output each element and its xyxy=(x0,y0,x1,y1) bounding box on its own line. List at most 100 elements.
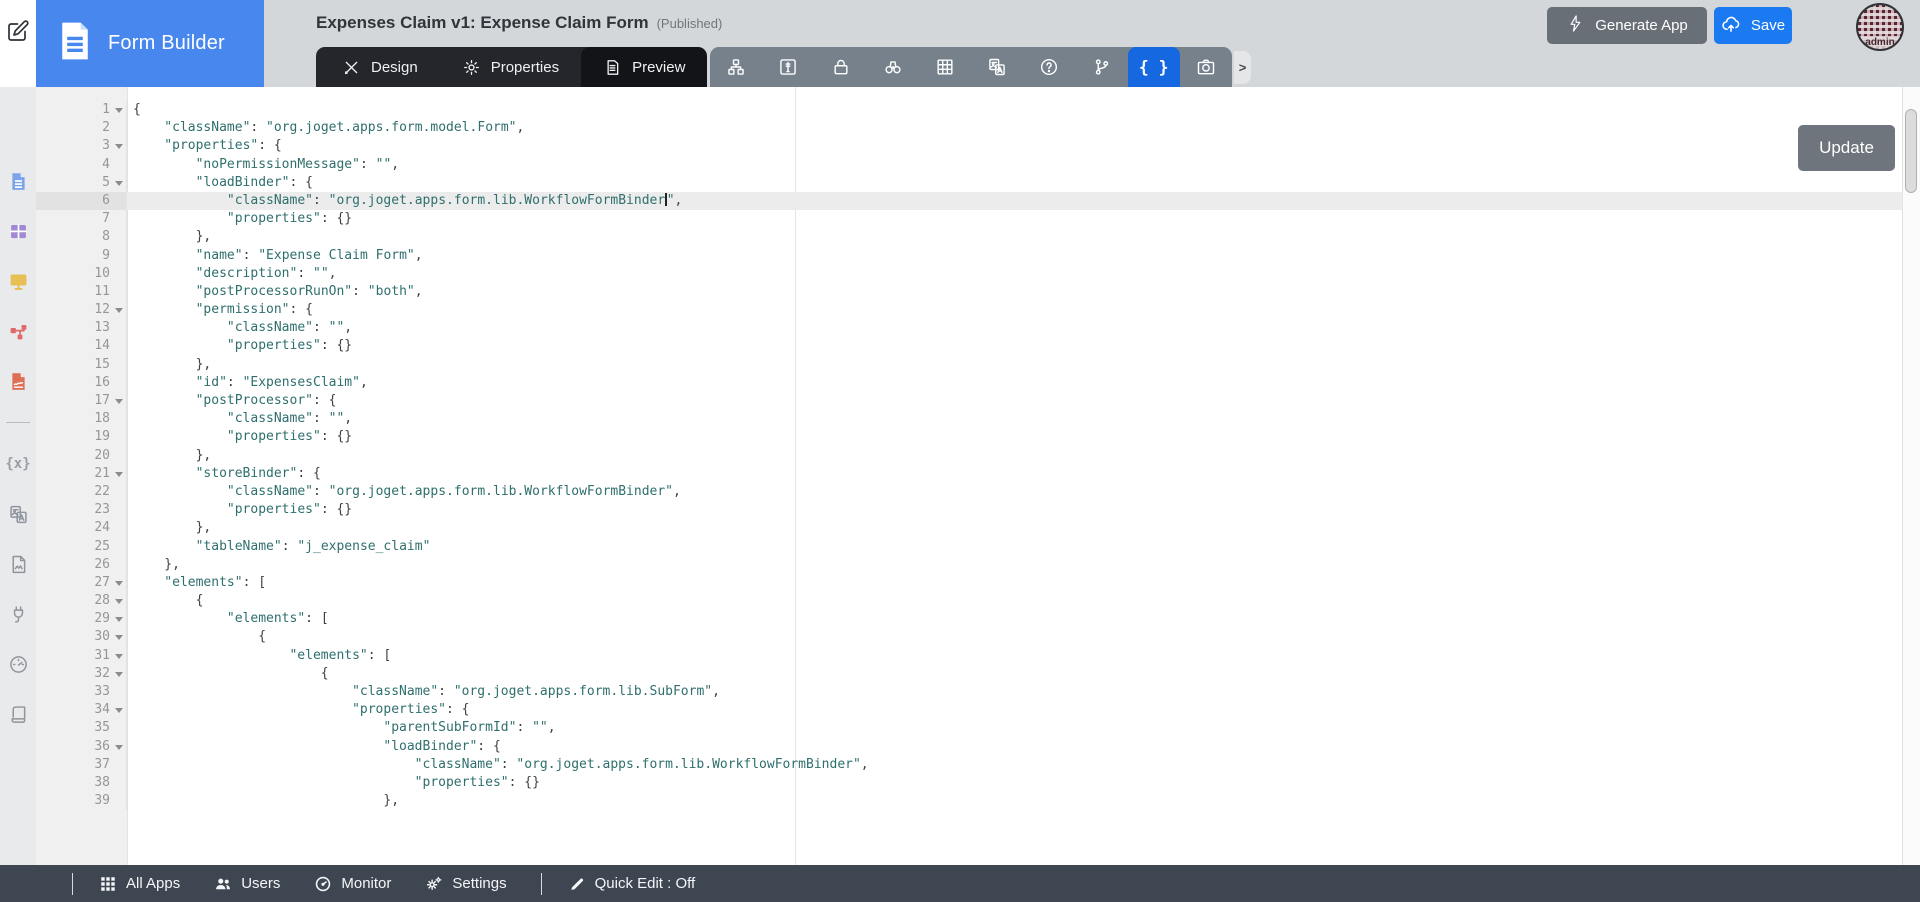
line-number[interactable]: 16 xyxy=(36,374,127,392)
code-text[interactable]: "name": "Expense Claim Form", xyxy=(127,247,1902,265)
json-code-editor[interactable]: 1{2"className": "org.joget.apps.form.mod… xyxy=(36,87,1902,865)
tool-json-braces-button[interactable]: { } xyxy=(1128,47,1180,87)
code-text[interactable]: }, xyxy=(127,447,1902,465)
code-line-6[interactable]: 6"className": "org.joget.apps.form.lib.W… xyxy=(36,192,1902,210)
code-text[interactable]: "properties": { xyxy=(127,701,1902,719)
code-text[interactable]: }, xyxy=(127,356,1902,374)
code-line-16[interactable]: 16"id": "ExpensesClaim", xyxy=(36,374,1902,392)
code-line-3[interactable]: 3"properties": { xyxy=(36,137,1902,155)
code-text[interactable]: "properties": {} xyxy=(127,501,1902,519)
fold-caret-icon[interactable] xyxy=(115,581,123,586)
fold-caret-icon[interactable] xyxy=(115,108,123,113)
code-line-20[interactable]: 20}, xyxy=(36,447,1902,465)
code-line-28[interactable]: 28{ xyxy=(36,592,1902,610)
fold-caret-icon[interactable] xyxy=(115,599,123,604)
tool-injection-button[interactable] xyxy=(762,47,814,87)
code-text[interactable]: "className": "org.joget.apps.form.lib.Wo… xyxy=(127,192,1902,210)
line-number[interactable]: 4 xyxy=(36,156,127,174)
code-line-32[interactable]: 32{ xyxy=(36,665,1902,683)
line-number[interactable]: 26 xyxy=(36,556,127,574)
code-line-36[interactable]: 36"loadBinder": { xyxy=(36,738,1902,756)
code-line-22[interactable]: 22"className": "org.joget.apps.form.lib.… xyxy=(36,483,1902,501)
tool-binoculars-button[interactable] xyxy=(867,47,919,87)
code-text[interactable]: "properties": {} xyxy=(127,774,1902,792)
code-text[interactable]: "className": "org.joget.apps.form.lib.Wo… xyxy=(127,483,1902,501)
line-number[interactable]: 34 xyxy=(36,701,127,719)
code-text[interactable]: "loadBinder": { xyxy=(127,174,1902,192)
line-number[interactable]: 27 xyxy=(36,574,127,592)
code-text[interactable]: "postProcessorRunOn": "both", xyxy=(127,283,1902,301)
code-text[interactable]: "id": "ExpensesClaim", xyxy=(127,374,1902,392)
tool-grid-button[interactable] xyxy=(919,47,971,87)
sidebar-item-userview-monitor[interactable] xyxy=(7,270,29,292)
code-text[interactable]: "properties": {} xyxy=(127,428,1902,446)
tool-help-button[interactable] xyxy=(1023,47,1075,87)
fold-caret-icon[interactable] xyxy=(115,181,123,186)
fold-caret-icon[interactable] xyxy=(115,617,123,622)
code-line-37[interactable]: 37"className": "org.joget.apps.form.lib.… xyxy=(36,756,1902,774)
code-line-1[interactable]: 1{ xyxy=(36,101,1902,119)
code-line-10[interactable]: 10"description": "", xyxy=(36,265,1902,283)
code-text[interactable]: }, xyxy=(127,519,1902,537)
code-text[interactable]: }, xyxy=(127,556,1902,574)
tool-camera-button[interactable] xyxy=(1180,47,1232,87)
line-number[interactable]: 30 xyxy=(36,628,127,646)
code-line-31[interactable]: 31"elements": [ xyxy=(36,647,1902,665)
vertical-scrollbar[interactable] xyxy=(1902,87,1920,865)
avatar[interactable]: admin xyxy=(1856,3,1904,51)
line-number[interactable]: 28 xyxy=(36,592,127,610)
line-number[interactable]: 17 xyxy=(36,392,127,410)
code-text[interactable]: "parentSubFormId": "", xyxy=(127,719,1902,737)
fold-caret-icon[interactable] xyxy=(115,745,123,750)
code-text[interactable]: "elements": [ xyxy=(127,574,1902,592)
line-number[interactable]: 39 xyxy=(36,792,127,810)
update-button[interactable]: Update xyxy=(1798,125,1895,171)
line-number[interactable]: 18 xyxy=(36,410,127,428)
code-text[interactable]: "properties": { xyxy=(127,137,1902,155)
code-text[interactable]: { xyxy=(127,101,1902,119)
code-text[interactable]: "noPermissionMessage": "", xyxy=(127,156,1902,174)
code-text[interactable]: "properties": {} xyxy=(127,210,1902,228)
code-line-38[interactable]: 38"properties": {} xyxy=(36,774,1902,792)
sidebar-item-datalist-table[interactable] xyxy=(7,220,29,242)
code-text[interactable]: "tableName": "j_expense_claim" xyxy=(127,538,1902,556)
line-number[interactable]: 35 xyxy=(36,719,127,737)
code-line-4[interactable]: 4"noPermissionMessage": "", xyxy=(36,156,1902,174)
sidebar-item-process-flow[interactable] xyxy=(7,320,29,342)
tool-lock-button[interactable] xyxy=(814,47,866,87)
code-line-23[interactable]: 23"properties": {} xyxy=(36,501,1902,519)
tab-preview[interactable]: Preview xyxy=(581,47,707,87)
line-number[interactable]: 25 xyxy=(36,538,127,556)
tab-design[interactable]: Design xyxy=(320,47,440,87)
bottom-bar-item-quick-edit-off[interactable]: Quick Edit : Off xyxy=(568,875,696,893)
line-number[interactable]: 24 xyxy=(36,519,127,537)
code-text[interactable]: { xyxy=(127,628,1902,646)
tab-properties[interactable]: Properties xyxy=(440,47,581,87)
line-number[interactable]: 31 xyxy=(36,647,127,665)
line-number[interactable]: 13 xyxy=(36,319,127,337)
code-text[interactable]: { xyxy=(127,592,1902,610)
code-line-26[interactable]: 26}, xyxy=(36,556,1902,574)
code-line-8[interactable]: 8}, xyxy=(36,228,1902,246)
code-text[interactable]: "className": "org.joget.apps.form.model.… xyxy=(127,119,1902,137)
line-number[interactable]: 1 xyxy=(36,101,127,119)
sidebar-item-translate[interactable] xyxy=(7,503,29,525)
code-text[interactable]: "elements": [ xyxy=(127,647,1902,665)
code-line-17[interactable]: 17"postProcessor": { xyxy=(36,392,1902,410)
code-line-9[interactable]: 9"name": "Expense Claim Form", xyxy=(36,247,1902,265)
code-line-19[interactable]: 19"properties": {} xyxy=(36,428,1902,446)
sidebar-item-report-file[interactable] xyxy=(7,370,29,392)
code-line-21[interactable]: 21"storeBinder": { xyxy=(36,465,1902,483)
line-number[interactable]: 9 xyxy=(36,247,127,265)
tool-sitemap-button[interactable] xyxy=(710,47,762,87)
code-line-39[interactable]: 39}, xyxy=(36,792,1902,810)
line-number[interactable]: 32 xyxy=(36,665,127,683)
fold-caret-icon[interactable] xyxy=(115,472,123,477)
sidebar-item-form-file[interactable] xyxy=(7,170,29,192)
bottom-bar-item-settings[interactable]: Settings xyxy=(425,875,506,893)
code-text[interactable]: { xyxy=(127,665,1902,683)
code-line-33[interactable]: 33"className": "org.joget.apps.form.lib.… xyxy=(36,683,1902,701)
toolbar-more-chevron-icon[interactable]: > xyxy=(1234,51,1251,84)
code-line-35[interactable]: 35"parentSubFormId": "", xyxy=(36,719,1902,737)
code-line-34[interactable]: 34"properties": { xyxy=(36,701,1902,719)
